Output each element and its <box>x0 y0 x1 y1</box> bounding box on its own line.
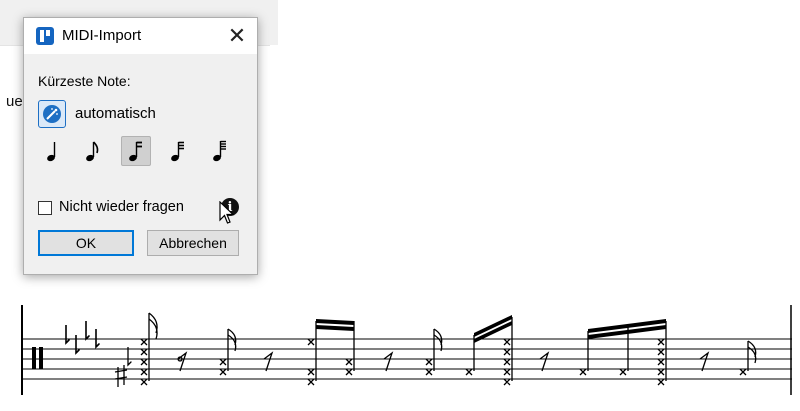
key-signature <box>65 321 100 355</box>
staff-lines <box>22 338 792 380</box>
quarter-note-icon <box>47 142 56 162</box>
magic-wand-icon <box>43 105 61 123</box>
shortest-note-label: Kürzeste Note: <box>38 73 131 89</box>
drum-score <box>21 305 792 395</box>
eighth-note-icon <box>86 141 99 162</box>
sixty-fourth-note-icon <box>213 140 226 162</box>
thirty-second-note-button[interactable] <box>163 136 193 166</box>
background-text-fragment: ue <box>6 93 23 110</box>
midi-import-dialog: MIDI-Import ✕ Kürzeste Note: automatisch <box>23 17 258 275</box>
app-toolbar-edge <box>270 0 278 45</box>
eighth-note-button[interactable] <box>78 136 108 166</box>
ok-button[interactable]: OK <box>38 230 134 256</box>
sixteenth-note-button[interactable] <box>121 136 151 166</box>
mouse-cursor-icon <box>219 201 235 224</box>
app-logo-icon <box>36 27 54 45</box>
close-button[interactable]: ✕ <box>223 22 251 50</box>
quarter-note-button[interactable] <box>38 136 68 166</box>
percussion-clef <box>32 347 43 369</box>
auto-detect-label: automatisch <box>75 105 156 122</box>
sixty-fourth-note-button[interactable] <box>205 136 235 166</box>
cancel-button[interactable]: Abbrechen <box>147 230 239 256</box>
dialog-titlebar[interactable]: MIDI-Import ✕ <box>24 18 257 54</box>
accidentals <box>114 347 132 387</box>
dont-ask-again-checkbox[interactable] <box>38 201 52 215</box>
close-icon: ✕ <box>227 23 247 48</box>
thirty-second-note-icon <box>171 141 184 162</box>
sixteenth-note-icon <box>129 141 142 162</box>
dont-ask-again-label[interactable]: Nicht wieder fragen <box>59 199 184 215</box>
auto-detect-button[interactable] <box>38 100 66 128</box>
dialog-title: MIDI-Import <box>62 27 142 44</box>
